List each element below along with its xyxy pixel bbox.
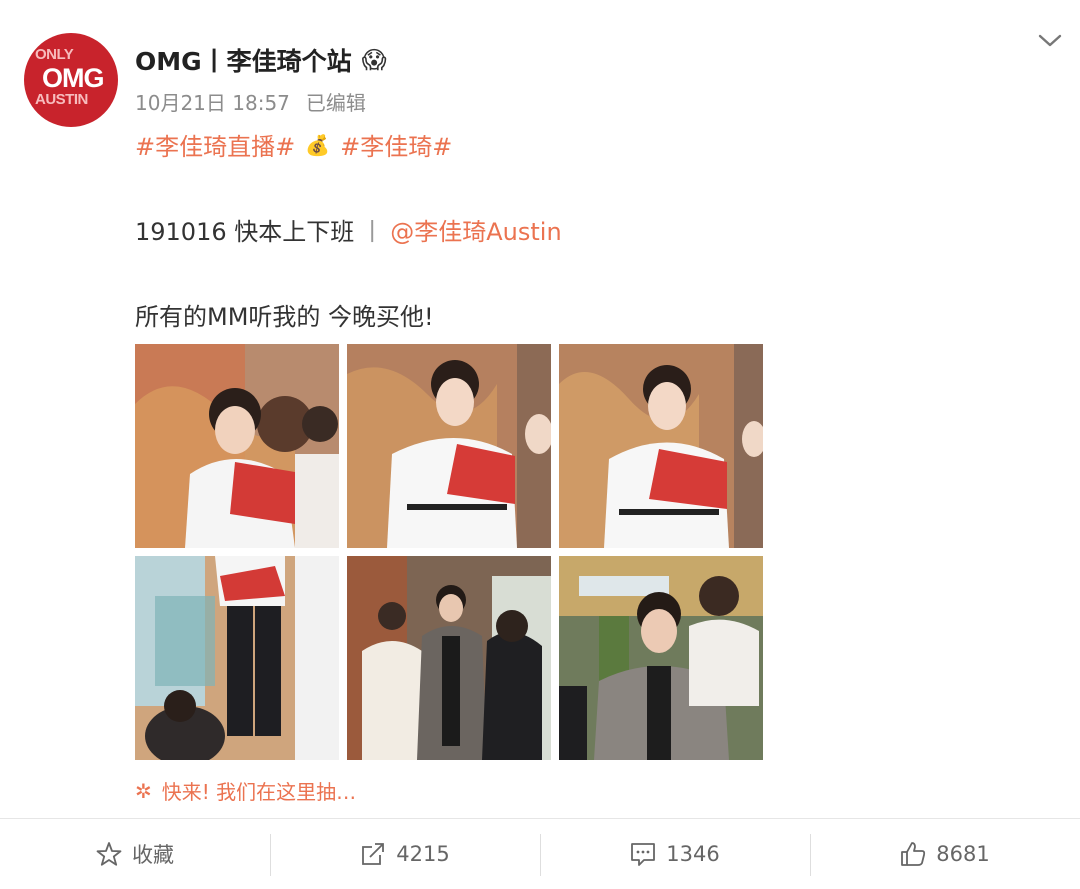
avatar[interactable]: ONLY OMG AUSTIN: [24, 33, 118, 127]
author-name[interactable]: OMG丨李佳琦个站: [135, 42, 352, 78]
favorite-button[interactable]: 收藏: [0, 819, 270, 889]
comment-button[interactable]: 1346: [540, 819, 810, 889]
photo-grid: [135, 344, 763, 760]
repost-count: 4215: [396, 842, 450, 866]
comment-icon: [631, 843, 656, 866]
separator: 丨: [360, 218, 385, 246]
photo-5-image: [347, 556, 551, 760]
star-icon: [96, 842, 122, 866]
avatar-text-bottom: AUSTIN: [35, 91, 88, 108]
photo-thumbnail[interactable]: [347, 556, 551, 760]
lottery-icon: ✲: [135, 778, 152, 803]
photo-thumbnail[interactable]: [135, 556, 339, 760]
hashtags: #李佳琦直播# 💰 #李佳琦#: [135, 127, 452, 162]
lottery-text: 快来! 我们在这里抽…: [161, 780, 357, 804]
photo-1-image: [135, 344, 339, 548]
money-bag-icon: 💰: [305, 132, 331, 157]
photo-4-image: [135, 556, 339, 760]
thumbs-up-icon: [901, 842, 926, 866]
author-row: OMG丨李佳琦个站 😱: [135, 40, 387, 80]
post-text-date: 191016 快本上下班: [135, 218, 355, 246]
chevron-down-icon[interactable]: [1036, 30, 1064, 50]
photo-2-image: [347, 344, 551, 548]
action-bar: 收藏 4215 1346 8681: [0, 819, 1080, 889]
favorite-label: 收藏: [132, 843, 174, 867]
like-count: 8681: [936, 842, 990, 866]
hashtag-live[interactable]: #李佳琦直播#: [135, 127, 295, 162]
lottery-link[interactable]: ✲ 快来! 我们在这里抽…: [135, 776, 356, 805]
hashtag-name[interactable]: #李佳琦#: [340, 127, 452, 162]
comment-count: 1346: [666, 842, 720, 866]
post-meta: 10月21日 18:57 已编辑: [135, 87, 366, 116]
post-time[interactable]: 10月21日 18:57: [135, 87, 290, 116]
avatar-text-top: ONLY: [35, 46, 74, 63]
weibo-post: ONLY OMG AUSTIN OMG丨李佳琦个站 😱 10月21日 18:57…: [0, 0, 1080, 818]
photo-thumbnail[interactable]: [135, 344, 339, 548]
repost-button[interactable]: 4215: [270, 819, 540, 889]
post-text-line-1: 191016 快本上下班丨 @李佳琦Austin: [135, 212, 562, 247]
photo-thumbnail[interactable]: [559, 556, 763, 760]
photo-thumbnail[interactable]: [559, 344, 763, 548]
post-text-line-2: 所有的MM听我的 今晚买他!: [135, 303, 434, 331]
photo-6-image: [559, 556, 763, 760]
edited-label[interactable]: 已编辑: [306, 87, 366, 116]
photo-thumbnail[interactable]: [347, 344, 551, 548]
photo-3-image: [559, 344, 763, 548]
author-emoji: 😱: [361, 46, 387, 74]
mention-link[interactable]: @李佳琦Austin: [390, 218, 561, 246]
avatar-text-middle: OMG: [42, 63, 104, 93]
share-icon: [362, 843, 385, 865]
like-button[interactable]: 8681: [810, 819, 1080, 889]
